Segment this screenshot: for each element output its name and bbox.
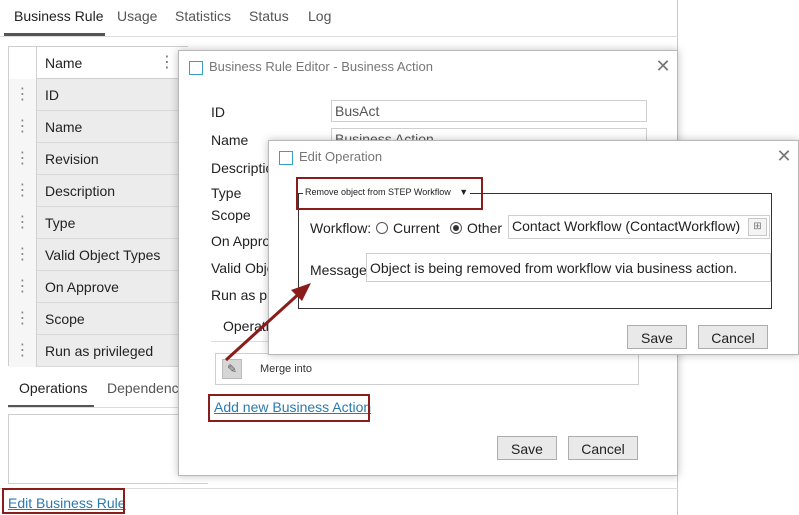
arrow-shaft [224, 289, 304, 362]
annotation-arrow [224, 283, 311, 362]
